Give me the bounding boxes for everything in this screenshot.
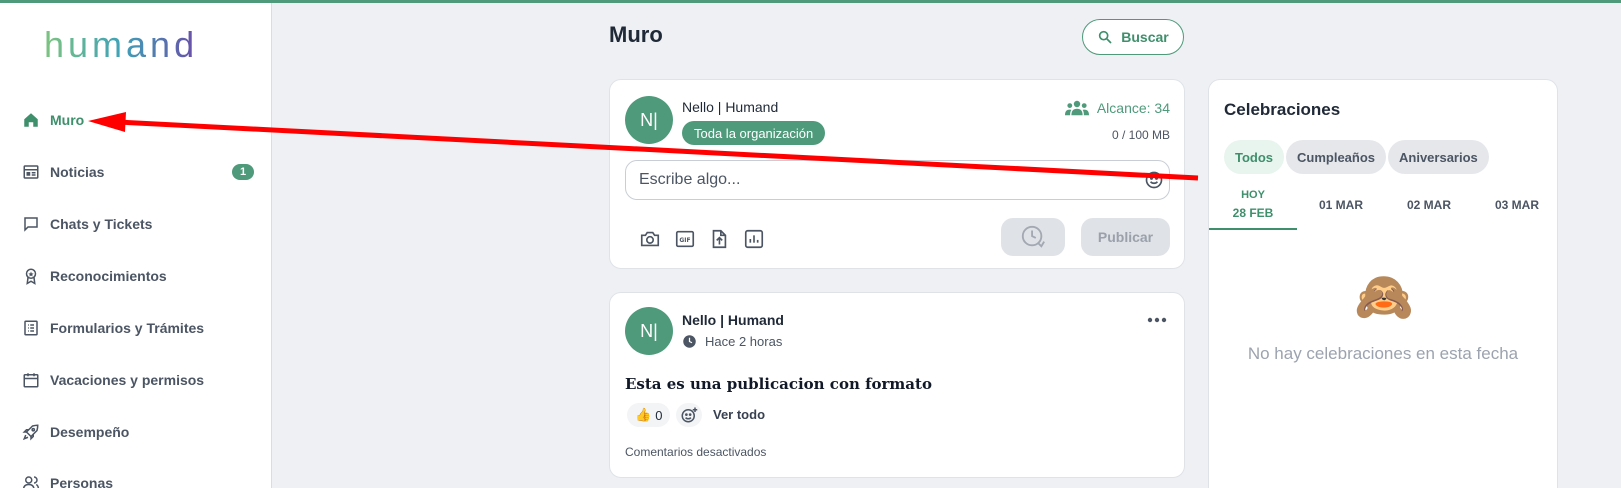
post-timestamp: Hace 2 horas: [682, 334, 782, 349]
add-gif-button[interactable]: GIF: [674, 228, 696, 250]
filter-chip-aniversarios[interactable]: Aniversarios: [1388, 140, 1489, 174]
date-tab[interactable]: 01 MAR: [1297, 180, 1385, 230]
celebrations-title: Celebraciones: [1224, 100, 1341, 119]
people-icon: [22, 474, 40, 488]
add-emoji-icon: [681, 407, 698, 423]
rocket-icon: [22, 423, 40, 441]
sidebar-item-label: Muro: [50, 112, 85, 128]
filter-chip-cumpleanos[interactable]: Cumpleaños: [1286, 140, 1387, 174]
calendar-icon: [22, 371, 40, 389]
camera-icon: [640, 231, 660, 247]
sidebar-item-label: Chats y Tickets: [50, 216, 153, 232]
search-icon: [1099, 30, 1112, 44]
add-reaction-button[interactable]: [676, 403, 702, 427]
file-upload-icon: [712, 229, 727, 249]
thumbs-up-icon: 👍: [635, 407, 652, 422]
audience-tag[interactable]: Toda la organización: [682, 121, 826, 145]
people-group-icon: [1064, 100, 1089, 116]
empty-state-message: No hay celebraciones en esta fecha: [1247, 344, 1519, 363]
date-tab-label: 03 MAR: [1494, 198, 1539, 212]
celebrations-panel: Celebraciones Todos Cumpleaños Aniversar…: [1208, 79, 1558, 488]
see-no-evil-monkey-icon: 🙈: [1354, 271, 1414, 324]
svg-text:GIF: GIF: [679, 237, 690, 244]
add-poll-button[interactable]: [743, 228, 765, 250]
sidebar-item-label: Reconocimientos: [50, 268, 167, 284]
sidebar-item-label: Vacaciones y permisos: [50, 372, 205, 388]
avatar: N|: [625, 307, 673, 355]
sidebar-item-label: Noticias: [50, 164, 105, 180]
add-photo-button[interactable]: [639, 228, 661, 250]
reaction-chip[interactable]: 👍 0: [627, 403, 671, 427]
clock-schedule-icon: [1021, 225, 1045, 248]
see-all-reactions-link[interactable]: Ver todo: [713, 407, 765, 422]
sidebar-item-chats[interactable]: Chats y Tickets: [22, 212, 252, 236]
sidebar-item-noticias[interactable]: Noticias 1: [22, 160, 254, 184]
sidebar-item-muro[interactable]: Muro: [22, 108, 252, 132]
search-button[interactable]: Buscar: [1082, 19, 1184, 55]
date-tab-today[interactable]: HOY 28 FEB: [1209, 180, 1297, 230]
reach-indicator[interactable]: Alcance: 34: [1064, 100, 1170, 116]
reach-label: Alcance: 34: [1096, 100, 1170, 116]
sidebar-item-vacaciones[interactable]: Vacaciones y permisos: [22, 368, 252, 392]
feed-post: N| Nello | Humand Hace 2 horas Esta es u…: [609, 292, 1185, 478]
comments-status: Comentarios desactivados: [625, 445, 767, 459]
sidebar-item-formularios[interactable]: Formularios y Trámites: [22, 316, 252, 340]
date-tab[interactable]: 03 MAR: [1473, 180, 1561, 230]
newspaper-icon: [22, 163, 40, 181]
date-tab-label: 02 MAR: [1406, 198, 1451, 212]
sidebar-item-label: Personas: [50, 475, 114, 488]
composer-author-name: Nello | Humand: [682, 99, 779, 115]
publish-button[interactable]: Publicar: [1081, 218, 1170, 256]
sidebar-item-desempeno[interactable]: Desempeño: [22, 420, 252, 444]
post-time-label: Hace 2 horas: [705, 334, 783, 349]
emoji-picker-icon[interactable]: [1144, 170, 1164, 190]
poll-icon: [744, 229, 764, 249]
form-list-icon: [22, 319, 40, 337]
unread-count-badge: 1: [232, 164, 254, 180]
compose-input[interactable]: [625, 160, 1170, 200]
filter-chip-todos[interactable]: Todos: [1224, 140, 1285, 174]
reaction-count: 0: [655, 407, 663, 423]
storage-usage: 0 / 100 MB: [1111, 128, 1170, 142]
post-composer: N| Nello | Humand Toda la organización A…: [609, 79, 1185, 269]
post-body: Esta es una publicacion con formato: [625, 375, 932, 393]
gif-icon: GIF: [675, 230, 695, 248]
chat-bubble-icon: [22, 215, 40, 233]
clock-icon: [683, 335, 696, 348]
more-options-icon[interactable]: [1146, 315, 1168, 325]
post-author-name[interactable]: Nello | Humand: [682, 312, 784, 328]
page-title: Muro: [609, 22, 663, 47]
sidebar-item-label: Desempeño: [50, 424, 130, 440]
search-button-label: Buscar: [1121, 29, 1169, 45]
date-tab-label: 01 MAR: [1318, 198, 1363, 212]
home-icon: [22, 111, 40, 129]
avatar: N|: [625, 96, 673, 144]
award-icon: [22, 267, 40, 285]
humand-logo[interactable]: humand: [44, 25, 198, 65]
schedule-post-button[interactable]: [1001, 218, 1065, 256]
sidebar-item-label: Formularios y Trámites: [50, 320, 205, 336]
date-tab[interactable]: 02 MAR: [1385, 180, 1473, 230]
sidebar-item-reconocimientos[interactable]: Reconocimientos: [22, 264, 252, 288]
sidebar-item-personas[interactable]: Personas: [22, 471, 252, 488]
sidebar: humand Muro Noticias 1 Chats y Tickets R…: [0, 3, 272, 488]
attach-file-button[interactable]: [708, 228, 730, 250]
date-tab-today-marker: HOY: [1241, 188, 1265, 201]
date-tab-label: 28 FEB: [1232, 205, 1274, 220]
